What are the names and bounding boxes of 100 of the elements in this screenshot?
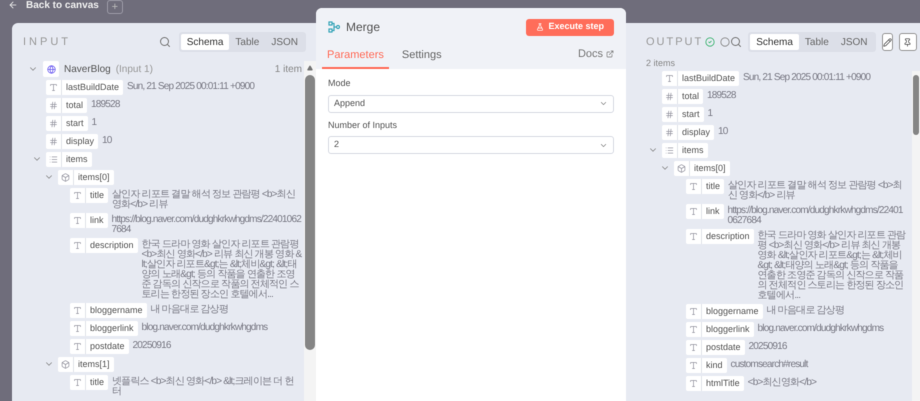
hash-icon: [49, 137, 58, 146]
text-type-icon: [73, 324, 82, 333]
field-key: start: [662, 107, 704, 122]
param-select[interactable]: 2: [328, 136, 614, 154]
node-tab[interactable]: Settings: [396, 44, 447, 69]
field-key: bloggerlink: [686, 322, 754, 337]
source-tag: (Input 1): [116, 62, 153, 76]
edit-button[interactable]: [882, 33, 892, 51]
field-key: link: [70, 213, 108, 228]
field-key: total: [46, 98, 88, 113]
field-key: htmlTitle: [686, 376, 744, 391]
param-label: Number of Inputs: [328, 118, 398, 132]
cube-icon: [677, 164, 686, 173]
field-key: start: [46, 116, 88, 131]
text-type-icon: [689, 343, 698, 352]
view-tab[interactable]: JSON: [265, 34, 304, 50]
panel-title: OUTPUT: [646, 34, 704, 50]
field-value: 넷플릭스 <b>최신 영화</b> &lt;크레이븐 더 헌터: [112, 377, 295, 397]
globe-icon: [43, 61, 59, 77]
field-value: https://blog.naver.com/dudghkrkwhgdms/224010627684: [112, 215, 302, 235]
field-value: 내 마음대로 감상평: [150, 305, 228, 315]
text-type-icon: [689, 379, 698, 388]
back-link[interactable]: Back to canvas: [26, 0, 99, 11]
field-value: customsearch#result: [730, 360, 808, 370]
field-key: total: [662, 89, 704, 104]
field-key: title: [70, 188, 108, 203]
text-type-icon: [689, 307, 698, 316]
view-tab[interactable]: Table: [798, 34, 835, 50]
field-key: items: [662, 143, 708, 158]
view-tab[interactable]: JSON: [834, 34, 874, 50]
text-type-icon: [689, 325, 698, 334]
field-value: 20250916: [748, 342, 787, 352]
field-key: postdate: [70, 339, 129, 354]
field-value: 1: [92, 118, 96, 128]
text-type-icon: [73, 306, 82, 315]
list-icon: [49, 155, 58, 164]
text-type-icon: [689, 361, 698, 370]
item-count: 1 item: [274, 62, 302, 76]
back-arrow-icon[interactable]: [8, 0, 18, 10]
field-key: items[1]: [58, 357, 114, 372]
cube-icon: [61, 173, 70, 182]
field-value: 1: [708, 109, 712, 119]
flask-icon: [536, 23, 544, 31]
field-value: Sun, 21 Sep 2025 00:01:11 +0900: [743, 73, 870, 83]
pin-button[interactable]: [898, 33, 916, 51]
text-type-icon: [689, 232, 698, 241]
view-tab[interactable]: Schema: [750, 34, 799, 50]
circle-icon[interactable]: [720, 37, 730, 47]
pin-icon: [903, 38, 912, 46]
field-key: items: [46, 152, 92, 167]
item-count: 2 items: [645, 57, 676, 69]
view-tab[interactable]: Table: [229, 34, 266, 50]
hash-icon: [665, 128, 674, 137]
scrollbar[interactable]: [912, 71, 920, 401]
execute-button[interactable]: Execute step: [526, 18, 614, 36]
source-name: NaverBlog: [64, 62, 111, 76]
field-key: kind: [686, 358, 727, 373]
field-value: blog.naver.com/dudghkrkwhgdms: [758, 324, 884, 334]
search-icon[interactable]: [730, 36, 742, 48]
text-type-icon: [665, 74, 674, 83]
hash-icon: [49, 119, 58, 128]
node-title: Merge: [346, 19, 380, 36]
field-value: 살인자 리포트 결말 해석 정보 관람평 <b>최신 영화</b> 리뷰: [728, 181, 903, 201]
chevron-icon: [599, 99, 608, 108]
field-key: bloggerlink: [70, 321, 138, 336]
field-key: lastBuildDate: [46, 80, 124, 95]
field-key: title: [70, 375, 108, 390]
merge-icon: [328, 21, 340, 33]
scrollbar[interactable]: [304, 61, 316, 401]
text-type-icon: [689, 207, 698, 216]
field-value: https://blog.naver.com/dudghkrkwhgdms/224010627684: [728, 206, 904, 226]
param-select[interactable]: Append: [328, 94, 614, 112]
field-value: 내 마음대로 감상평: [766, 306, 844, 316]
view-tab[interactable]: Schema: [180, 34, 230, 50]
docs-link[interactable]: Docs: [578, 46, 614, 62]
field-value: 189528: [91, 100, 120, 110]
hash-icon: [49, 101, 58, 110]
scroll-up-icon[interactable]: [306, 65, 314, 71]
field-value: 살인자 리포트 결말 해석 정보 관람평 <b>최신 영화</b> 리뷰: [112, 190, 296, 210]
field-value: blog.naver.com/dudghkrkwhgdms: [142, 323, 268, 333]
list-icon: [665, 146, 674, 155]
field-key: description: [70, 238, 138, 253]
text-type-icon: [73, 378, 82, 387]
field-value: 한국 드라마 영화 살인자 리포트 관람평 <b>최신 영화</b> 리뷰 최신 개봉 영화 &lt;살인자 리포트&gt;는 &lt;체비&gt; &lt;태양의 노래&gt; 등의 작품을 연출한 조영준 감독의 신작으로 작품의 전체적인 스토리는 한정된 장소인 호텔에서...: [758, 231, 906, 301]
node-tab[interactable]: Parameters: [322, 44, 389, 69]
field-key: items[0]: [674, 161, 730, 176]
field-key: postdate: [686, 340, 745, 355]
param-label: Mode: [328, 77, 352, 90]
add-button[interactable]: +: [106, 0, 123, 14]
field-key: bloggername: [70, 303, 147, 318]
pencil-icon: [882, 38, 892, 46]
cube-icon: [61, 360, 70, 369]
hash-icon: [665, 110, 674, 119]
field-value: 한국 드라마 영화 살인자 리포트 관람평 <b>최신 영화</b> 리뷰 최신 개봉 영화 &lt;살인자 리포트&gt;는 &lt;체비&gt; &lt;태양의 노래&gt; 등의 작품을 연출한 조영준 감독의 신작으로 작품의 전체적인 스토리는 한정된 장소인 호텔에서...: [142, 240, 302, 300]
external-link-icon: [606, 50, 614, 58]
search-icon[interactable]: [158, 36, 171, 48]
text-type-icon: [73, 342, 82, 351]
field-value: Sun, 21 Sep 2025 00:01:11 +0900: [127, 82, 254, 92]
text-type-icon: [73, 216, 82, 225]
field-key: title: [686, 179, 724, 194]
